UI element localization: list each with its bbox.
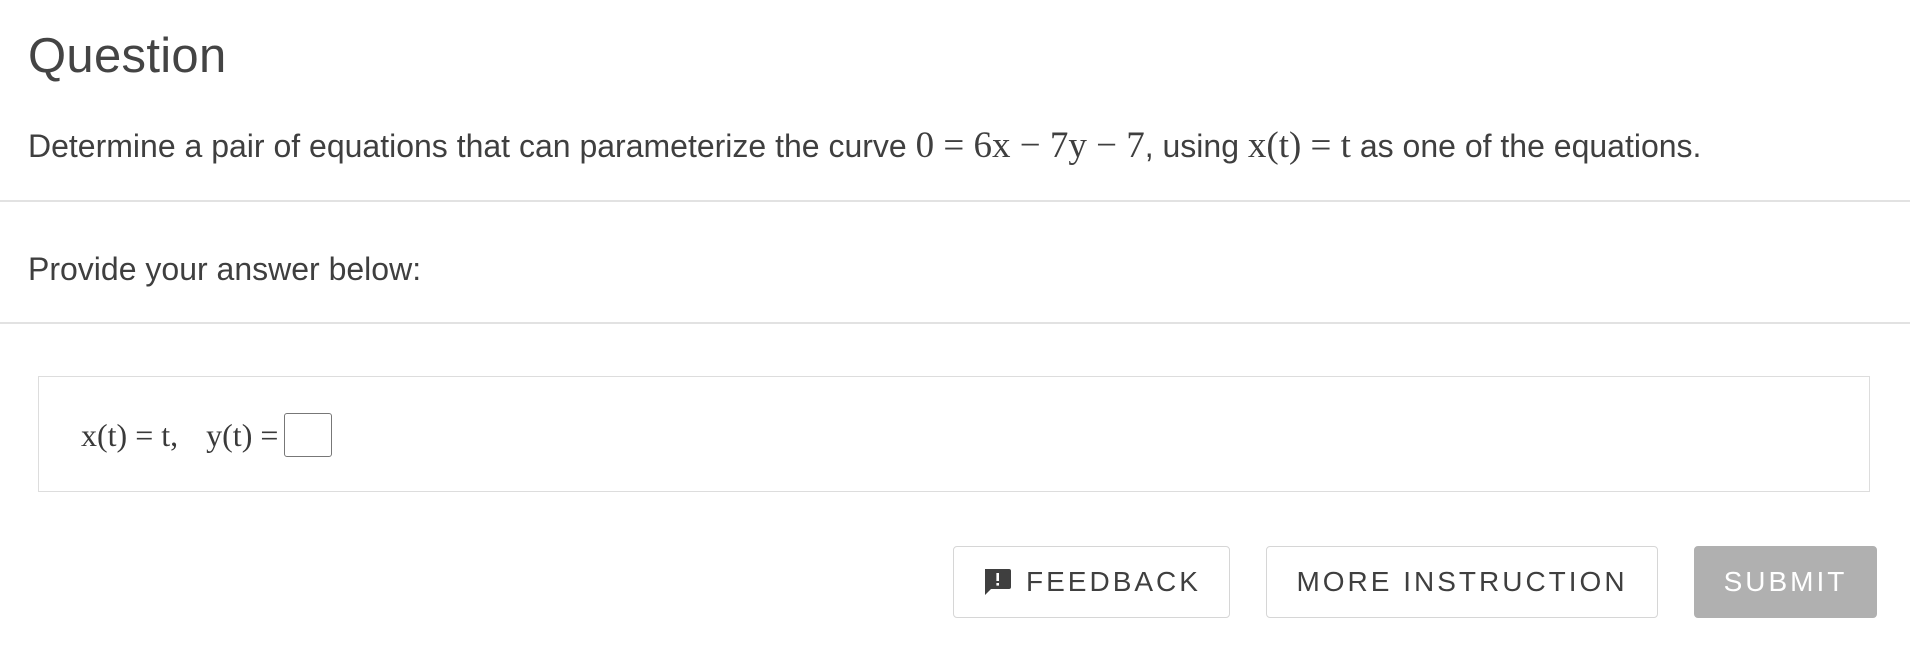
feedback-button[interactable]: FEEDBACK	[953, 546, 1230, 618]
question-text: Determine a pair of equations that can p…	[28, 124, 1701, 168]
curve-equation: 0 = 6x − 7y − 7	[915, 125, 1145, 166]
answer-expression-y: y(t) =	[206, 416, 279, 453]
question-text-before: Determine a pair of equations that can p…	[28, 128, 916, 164]
question-title: Question	[28, 29, 227, 83]
answer-prompt: Provide your answer below:	[28, 251, 422, 287]
divider-top	[0, 200, 1910, 202]
more-instruction-button[interactable]: MORE INSTRUCTION	[1266, 546, 1658, 618]
more-instruction-label: MORE INSTRUCTION	[1296, 566, 1628, 597]
feedback-label: FEEDBACK	[1026, 566, 1201, 597]
y-answer-input[interactable]	[284, 413, 333, 457]
feedback-icon	[982, 566, 1012, 598]
question-text-middle: , using	[1144, 128, 1248, 164]
question-page: Question Determine a pair of equations t…	[0, 0, 1910, 646]
answer-expression-x: x(t) = t,	[81, 416, 179, 453]
divider-bottom	[0, 322, 1910, 324]
submit-button[interactable]: SUBMIT	[1694, 546, 1877, 618]
question-text-after: as one of the equations.	[1350, 128, 1702, 164]
answer-box: x(t) = t, y(t) =	[38, 376, 1870, 492]
submit-label: SUBMIT	[1723, 566, 1848, 597]
answer-expression: x(t) = t, y(t) =	[81, 411, 333, 459]
given-equation: x(t) = t	[1247, 125, 1351, 166]
